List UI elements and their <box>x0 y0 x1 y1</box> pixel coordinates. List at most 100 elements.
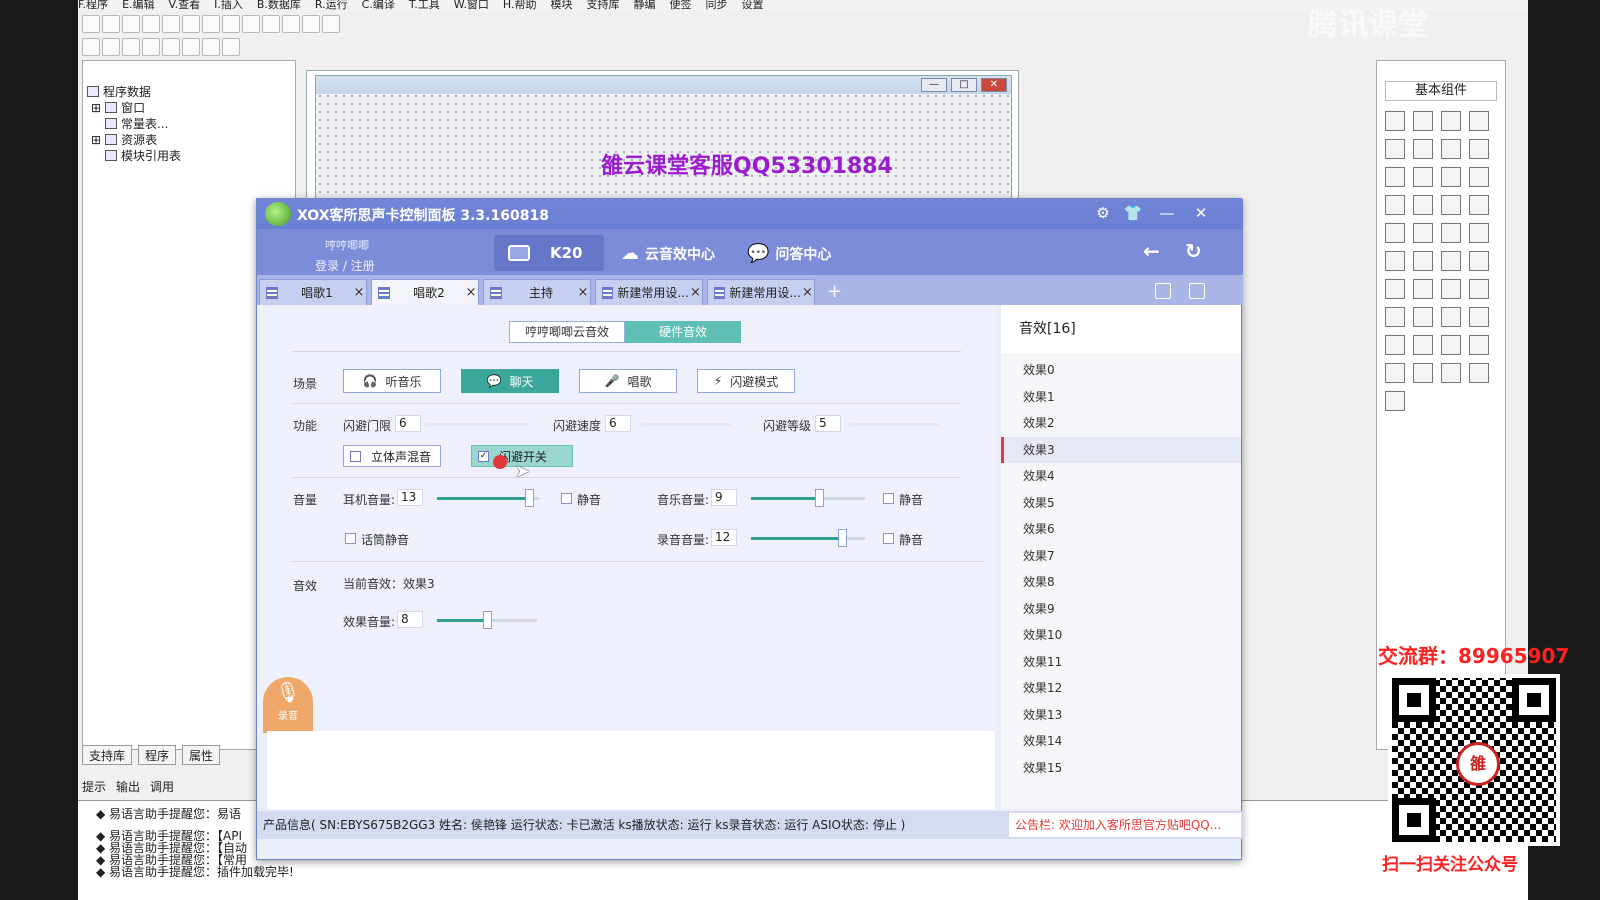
component-icon[interactable] <box>1413 251 1433 271</box>
effect-item[interactable]: 效果9 <box>1001 596 1241 622</box>
layout-icon[interactable] <box>262 15 280 33</box>
speed-slider[interactable] <box>641 423 731 426</box>
paste-icon[interactable] <box>182 15 200 33</box>
mode-cloud-button[interactable]: 哼哼唧唧云音效 <box>509 321 625 343</box>
menu-item[interactable]: C.编译 <box>362 0 395 10</box>
menu-item[interactable]: H.帮助 <box>503 0 537 10</box>
design-form[interactable]: — □ ✕ 雒云课堂客服QQ53301884 <box>315 75 1012 211</box>
menu-item[interactable]: 便签 <box>669 0 691 10</box>
cut-icon[interactable] <box>142 15 160 33</box>
component-icon[interactable] <box>1469 307 1489 327</box>
component-icon[interactable] <box>1441 223 1461 243</box>
component-icon[interactable] <box>1385 391 1405 411</box>
headphone-mute-checkbox[interactable] <box>561 493 572 504</box>
component-icon[interactable] <box>1441 279 1461 299</box>
component-icon[interactable] <box>1413 111 1433 131</box>
headphone-volume-value[interactable]: 13 <box>397 489 423 506</box>
add-tab-icon[interactable]: + <box>827 281 842 302</box>
component-icon[interactable] <box>1413 335 1433 355</box>
scene-sing-button[interactable]: 🎤 唱歌 <box>579 369 677 393</box>
menu-item[interactable]: I.插入 <box>214 0 243 10</box>
save-icon[interactable] <box>1189 283 1205 299</box>
effect-item[interactable]: 效果15 <box>1001 755 1241 781</box>
tree-item-modules[interactable]: 模块引用表 <box>105 147 181 164</box>
save-icon[interactable] <box>122 15 140 33</box>
component-icon[interactable] <box>1441 335 1461 355</box>
align-top-icon[interactable] <box>142 38 160 56</box>
copy-icon[interactable] <box>162 15 180 33</box>
record-button[interactable]: 🎙 录音 <box>263 677 313 733</box>
scene-music-button[interactable]: 🎧 听音乐 <box>343 369 441 393</box>
component-icon[interactable] <box>1385 195 1405 215</box>
export-icon[interactable] <box>1155 283 1171 299</box>
component-icon[interactable] <box>1469 251 1489 271</box>
step-icon[interactable] <box>322 15 340 33</box>
align-right-icon[interactable] <box>122 38 140 56</box>
redo-icon[interactable] <box>222 15 240 33</box>
scene-chat-button[interactable]: 💬 聊天 <box>461 369 559 393</box>
headphone-volume-slider[interactable] <box>437 489 539 507</box>
menu-item[interactable]: 模块 <box>550 0 572 10</box>
tree-item-window[interactable]: ⊞ 窗口 <box>91 99 145 116</box>
menu-item[interactable]: W.窗口 <box>454 0 489 10</box>
component-icon[interactable] <box>1385 111 1405 131</box>
mic-mute-checkbox[interactable] <box>345 533 356 544</box>
effect-item[interactable]: 效果6 <box>1001 516 1241 542</box>
align-left-icon[interactable] <box>102 38 120 56</box>
tab-close-icon[interactable]: × <box>464 285 478 300</box>
component-panel-title[interactable]: 基本组件 <box>1385 81 1497 101</box>
close-icon[interactable]: ✕ <box>1191 204 1211 222</box>
effect-item[interactable]: 效果13 <box>1001 702 1241 728</box>
tab-preset-4[interactable]: 新建常用设... × <box>595 279 703 305</box>
component-icon[interactable] <box>1469 139 1489 159</box>
tab-close-icon[interactable]: × <box>801 285 814 300</box>
effect-item[interactable]: 效果7 <box>1001 543 1241 569</box>
component-icon[interactable] <box>1385 139 1405 159</box>
tab-preset-1[interactable]: 唱歌1 × <box>259 279 367 305</box>
effect-volume-slider[interactable] <box>437 611 537 629</box>
refresh-icon[interactable]: ↻ <box>1185 239 1202 263</box>
tab-preset-2[interactable]: 唱歌2 × <box>371 279 479 305</box>
level-value[interactable]: 5 <box>815 415 841 432</box>
center-h-icon[interactable] <box>182 38 200 56</box>
menu-item[interactable]: E.编辑 <box>122 0 154 10</box>
record-mute-checkbox[interactable] <box>883 533 894 544</box>
menu-item[interactable]: T.工具 <box>409 0 440 10</box>
effect-item[interactable]: 效果1 <box>1001 384 1241 410</box>
slider-thumb[interactable] <box>524 489 534 507</box>
component-icon[interactable] <box>1469 111 1489 131</box>
effect-volume-value[interactable]: 8 <box>397 611 423 628</box>
device-button[interactable]: K20 <box>494 235 604 271</box>
menu-item[interactable]: F.程序 <box>78 0 108 10</box>
component-icon[interactable] <box>1469 279 1489 299</box>
find-icon[interactable] <box>242 15 260 33</box>
tab-properties[interactable]: 属性 <box>182 745 221 765</box>
maximize-button[interactable]: □ <box>951 78 977 92</box>
component-icon[interactable] <box>1385 223 1405 243</box>
mode-hardware-button[interactable]: 硬件音效 <box>625 321 741 343</box>
component-icon[interactable] <box>1385 335 1405 355</box>
login-register-link[interactable]: 登录 / 注册 <box>315 257 375 274</box>
tree-item-resources[interactable]: ⊞ 资源表 <box>91 131 157 148</box>
menu-item[interactable]: 同步 <box>705 0 727 10</box>
designer-label-text[interactable]: 雒云课堂客服QQ53301884 <box>601 148 893 180</box>
menu-item[interactable]: V.查看 <box>169 0 201 10</box>
effect-item[interactable]: 效果4 <box>1001 463 1241 489</box>
component-icon[interactable] <box>1413 139 1433 159</box>
tab-program[interactable]: 程序 <box>138 745 177 765</box>
tab-support-lib[interactable]: 支持库 <box>82 745 133 765</box>
new-file-icon[interactable] <box>82 15 100 33</box>
threshold-value[interactable]: 6 <box>395 415 421 432</box>
stop-icon[interactable] <box>302 15 320 33</box>
minimize-button[interactable]: — <box>921 78 947 92</box>
component-icon[interactable] <box>1413 167 1433 187</box>
component-icon[interactable] <box>1469 195 1489 215</box>
component-icon[interactable] <box>1441 251 1461 271</box>
qa-center-link[interactable]: 💬 问答中心 <box>747 243 831 264</box>
threshold-slider[interactable] <box>425 423 529 426</box>
component-icon[interactable] <box>1441 111 1461 131</box>
effect-item[interactable]: 效果14 <box>1001 728 1241 754</box>
close-button[interactable]: ✕ <box>981 78 1007 92</box>
component-icon[interactable] <box>1385 167 1405 187</box>
effect-item[interactable]: 效果12 <box>1001 675 1241 701</box>
